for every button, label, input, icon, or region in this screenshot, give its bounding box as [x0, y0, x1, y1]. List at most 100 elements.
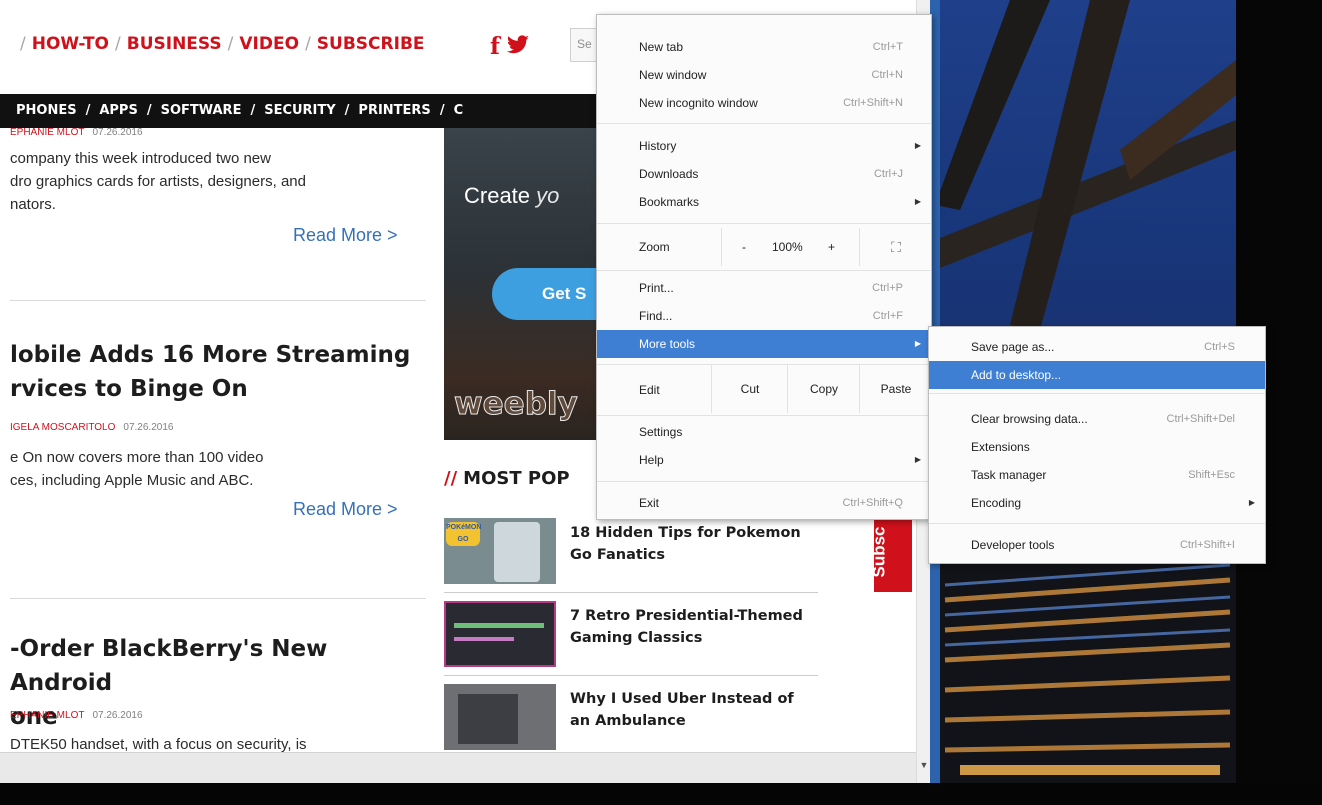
pokemon-go-logo: POKéMON GO	[446, 522, 481, 546]
submenu-item-add-to-desktop[interactable]: Add to desktop...	[929, 361, 1265, 389]
popular-item-1-title[interactable]: 18 Hidden Tips for Pokemon Go Fanatics	[570, 522, 810, 566]
menu-separator	[597, 223, 931, 224]
ad-headline-italic: yo	[536, 183, 560, 208]
submenu-item-task-manager[interactable]: Task manager Shift+Esc	[929, 461, 1265, 489]
read-more-link[interactable]: Read More >	[293, 499, 398, 520]
submenu-item-developer-tools[interactable]: Developer tools Ctrl+Shift+I	[929, 531, 1265, 559]
menu-item-label: Zoom	[639, 240, 670, 254]
submenu-arrow-icon: ▶	[914, 339, 921, 348]
category-apps[interactable]: APPS	[99, 103, 137, 118]
menu-item-label: New window	[639, 68, 707, 82]
ad-cta-button[interactable]: Get S	[492, 268, 596, 320]
top-navigation: / HOW-TO / BUSINESS / VIDEO / SUBSCRIBE	[14, 34, 425, 54]
popular-item-2-thumbnail[interactable]	[444, 601, 556, 667]
popular-item-3-title[interactable]: Why I Used Uber Instead of an Ambulance	[570, 688, 810, 732]
twitter-icon[interactable]	[506, 34, 530, 56]
menu-item-downloads[interactable]: Downloads Ctrl+J	[597, 160, 931, 188]
menu-item-settings[interactable]: Settings	[597, 418, 931, 446]
nav-separator: /	[115, 34, 121, 54]
article-2-excerpt: e On now covers more than 100 video ces,…	[10, 446, 420, 492]
menu-item-label: Clear browsing data...	[971, 412, 1088, 426]
more-tools-submenu: Save page as... Ctrl+S Add to desktop... …	[928, 326, 1266, 564]
zoom-in-button[interactable]: +	[828, 228, 835, 266]
popular-item-3-thumbnail[interactable]	[444, 684, 556, 750]
submenu-item-encoding[interactable]: Encoding ▶	[929, 489, 1265, 517]
fullscreen-icon[interactable]: ⛶	[859, 228, 932, 266]
zoom-controls: - 100% +	[721, 228, 860, 266]
popular-item-1-thumbnail[interactable]: POKéMON GO	[444, 518, 556, 584]
article-2-meta: IGELA MOSCARITOLO 07.26.2016	[10, 422, 173, 433]
menu-item-label: Save page as...	[971, 340, 1055, 354]
category-security[interactable]: SECURITY	[264, 103, 335, 118]
menu-item-new-incognito[interactable]: New incognito window Ctrl+Shift+N	[597, 89, 931, 117]
nav-separator: /	[20, 34, 26, 54]
category-truncated[interactable]: C	[454, 103, 464, 118]
menu-separator	[929, 393, 1265, 394]
advertisement-banner[interactable]: Create yo Get S weebly	[444, 128, 596, 440]
heading-slashes: //	[444, 468, 458, 489]
subscribe-tab[interactable]: Subsc	[870, 514, 912, 592]
article-author[interactable]: EPHANIE MLOT	[10, 710, 84, 721]
category-printers[interactable]: PRINTERS	[358, 103, 430, 118]
menu-separator	[597, 270, 931, 271]
nav-link-subscribe[interactable]: SUBSCRIBE	[317, 34, 425, 54]
menu-item-history[interactable]: History ▶	[597, 132, 931, 160]
excerpt-line: nators.	[10, 196, 56, 213]
menu-item-label: New tab	[639, 40, 684, 54]
menu-item-more-tools[interactable]: More tools ▶	[597, 330, 931, 358]
article-author[interactable]: EPHANIE MLOT	[10, 127, 84, 138]
menu-item-label: New incognito window	[639, 96, 758, 110]
menu-item-label: Find...	[639, 309, 673, 323]
nav-link-business[interactable]: BUSINESS	[127, 34, 222, 54]
excerpt-line: dro graphics cards for artists, designer…	[10, 173, 306, 190]
nav-link-how-to[interactable]: HOW-TO	[32, 34, 109, 54]
menu-item-new-tab[interactable]: New tab Ctrl+T	[597, 33, 931, 61]
article-date: 07.26.2016	[92, 710, 143, 721]
menu-item-label: Developer tools	[971, 538, 1055, 552]
menu-separator	[929, 523, 1265, 524]
menu-row-edit: Edit Cut Copy Paste	[597, 365, 931, 413]
article-2-headline[interactable]: lobile Adds 16 More Streaming rvices to …	[10, 338, 430, 406]
excerpt-line: e On now covers more than 100 video	[10, 449, 264, 466]
popular-divider	[444, 675, 818, 676]
category-software[interactable]: SOFTWARE	[161, 103, 242, 118]
scroll-down-arrow-icon[interactable]: ▼	[919, 760, 929, 770]
menu-item-find[interactable]: Find... Ctrl+F	[597, 302, 931, 330]
menu-item-bookmarks[interactable]: Bookmarks ▶	[597, 188, 931, 216]
menu-shortcut: Ctrl+N	[871, 69, 903, 81]
category-phones[interactable]: PHONES	[16, 103, 77, 118]
menu-shortcut: Ctrl+S	[1204, 341, 1235, 353]
popular-divider	[444, 592, 818, 593]
submenu-item-clear-browsing-data[interactable]: Clear browsing data... Ctrl+Shift+Del	[929, 405, 1265, 433]
copy-button[interactable]: Copy	[787, 365, 860, 413]
article-author[interactable]: IGELA MOSCARITOLO	[10, 422, 115, 433]
facebook-icon[interactable]: f	[490, 33, 500, 60]
article-divider	[10, 300, 426, 301]
browser-main-menu: New tab Ctrl+T New window Ctrl+N New incog…	[596, 14, 932, 520]
menu-item-label: Help	[639, 453, 664, 467]
submenu-arrow-icon: ▶	[914, 197, 921, 206]
read-more-link[interactable]: Read More >	[293, 225, 398, 246]
headline-line: -Order BlackBerry's New Android	[10, 636, 328, 696]
menu-shortcut: Ctrl+Shift+I	[1179, 539, 1235, 551]
popular-item-2-title[interactable]: 7 Retro Presidential-Themed Gaming Class…	[570, 605, 810, 649]
nav-separator: /	[305, 34, 311, 54]
nav-separator: /	[227, 34, 234, 54]
paste-button[interactable]: Paste	[859, 365, 932, 413]
zoom-out-button[interactable]: -	[742, 228, 746, 266]
menu-item-exit[interactable]: Exit Ctrl+Shift+Q	[597, 489, 931, 517]
menu-item-label: Add to desktop...	[971, 368, 1062, 382]
menu-separator	[597, 415, 931, 416]
category-separator: /	[250, 103, 256, 118]
cut-button[interactable]: Cut	[711, 365, 788, 413]
nav-link-video[interactable]: VIDEO	[239, 34, 299, 54]
article-divider	[10, 598, 426, 599]
horizontal-scrollbar[interactable]	[0, 752, 916, 783]
menu-item-label: Extensions	[971, 440, 1030, 454]
submenu-item-save-page[interactable]: Save page as... Ctrl+S	[929, 333, 1265, 361]
menu-item-print[interactable]: Print... Ctrl+P	[597, 274, 931, 302]
menu-item-help[interactable]: Help ▶	[597, 446, 931, 474]
submenu-item-extensions[interactable]: Extensions	[929, 433, 1265, 461]
zoom-level: 100%	[772, 240, 803, 254]
menu-item-new-window[interactable]: New window Ctrl+N	[597, 61, 931, 89]
